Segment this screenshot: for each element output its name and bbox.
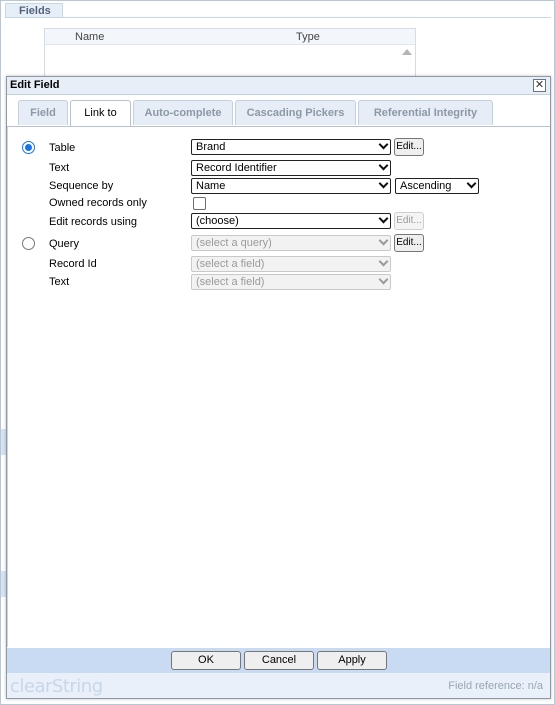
query-select-value: (select a query) (196, 237, 272, 249)
chevron-down-icon (378, 214, 389, 224)
tab-strip: Field Link to Auto-complete Cascading Pi… (18, 100, 548, 127)
fields-grid: Name Type (44, 28, 416, 78)
link-to-pane: Table Brand Edit... Text Record Identifi… (7, 127, 550, 647)
grid-header: Name Type (45, 29, 415, 45)
text-select-value: Record Identifier (196, 162, 277, 174)
tab-auto-complete[interactable]: Auto-complete (133, 100, 233, 125)
edit-records-using-value: (choose) (196, 215, 239, 227)
apply-button[interactable]: Apply (317, 651, 387, 670)
field-reference: Field reference: n/a (448, 680, 543, 692)
tab-link-to[interactable]: Link to (70, 100, 131, 127)
tab-cascading-pickers[interactable]: Cascading Pickers (235, 100, 356, 125)
close-icon[interactable]: ✕ (533, 79, 546, 92)
chevron-down-icon (378, 161, 389, 171)
clearstring-logo: clearString (10, 676, 103, 697)
owned-records-label: Owned records only (49, 197, 147, 209)
chevron-down-icon (378, 140, 389, 150)
table-edit-button[interactable]: Edit... (394, 138, 424, 156)
query-radio[interactable] (22, 237, 35, 250)
chevron-down-icon (378, 257, 389, 267)
dialog-title: Edit Field (10, 79, 60, 91)
edit-field-dialog: Edit Field ✕ Field Link to Auto-complete… (6, 76, 551, 699)
edit-records-using-select[interactable]: (choose) (191, 213, 391, 229)
status-bar: clearString Field reference: n/a (7, 673, 550, 698)
sequence-by-label: Sequence by (49, 180, 114, 192)
chevron-down-icon (378, 275, 389, 285)
table-select-value: Brand (196, 141, 226, 153)
edit-records-using-label: Edit records using (49, 216, 138, 228)
fields-tab[interactable]: Fields (5, 3, 63, 18)
chevron-down-icon (378, 179, 389, 189)
edit-records-edit-button[interactable]: Edit... (394, 212, 424, 230)
query-text-select[interactable]: (select a field) (191, 274, 391, 290)
table-label: Table (49, 142, 76, 154)
tab-field[interactable]: Field (18, 100, 68, 125)
table-radio[interactable] (22, 141, 35, 154)
text-select[interactable]: Record Identifier (191, 160, 391, 176)
record-id-select[interactable]: (select a field) (191, 256, 391, 272)
cancel-button[interactable]: Cancel (244, 651, 314, 670)
grid-header-name[interactable]: Name (75, 31, 104, 43)
sequence-by-select[interactable]: Name (191, 178, 391, 194)
query-select[interactable]: (select a query) (191, 235, 391, 251)
chevron-down-icon (378, 236, 389, 246)
scroll-up-arrow-icon[interactable] (402, 49, 412, 55)
query-edit-button[interactable]: Edit... (394, 234, 424, 252)
ok-button[interactable]: OK (171, 651, 241, 670)
query-label: Query (49, 238, 79, 250)
record-id-label: Record Id (49, 258, 97, 270)
query-text-label: Text (49, 276, 70, 288)
sort-order-select[interactable]: Ascending (395, 178, 479, 194)
text-label: Text (49, 162, 70, 174)
tab-referential-integrity[interactable]: Referential Integrity (358, 100, 493, 125)
owned-records-checkbox[interactable] (193, 197, 206, 210)
fields-tab-underline (5, 17, 551, 18)
table-select[interactable]: Brand (191, 139, 391, 155)
dialog-title-bar: Edit Field ✕ (7, 77, 550, 95)
query-text-value: (select a field) (196, 276, 265, 288)
sort-order-value: Ascending (400, 180, 452, 192)
sequence-by-value: Name (196, 180, 226, 192)
record-id-value: (select a field) (196, 258, 265, 270)
chevron-down-icon (466, 179, 477, 189)
grid-header-type[interactable]: Type (296, 31, 320, 43)
